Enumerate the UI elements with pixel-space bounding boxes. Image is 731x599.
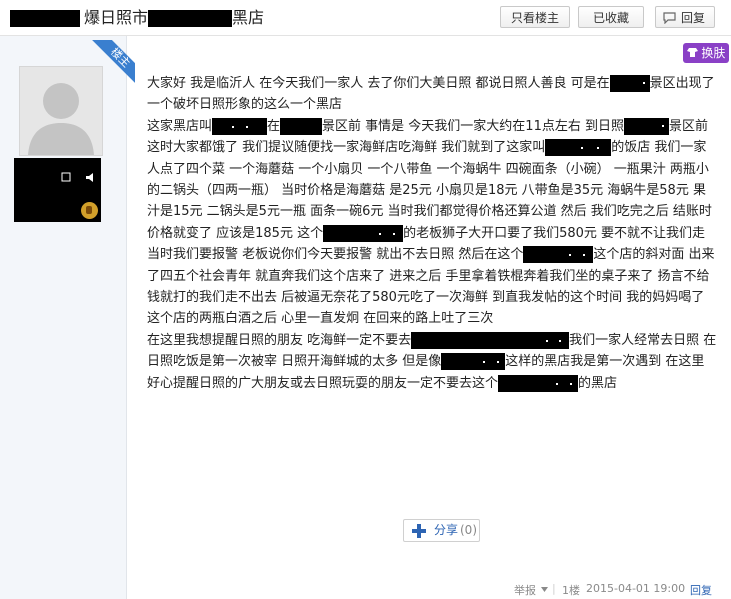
footer-separator: | <box>552 582 556 595</box>
post-datetime: 2015-04-01 19:00 <box>586 582 686 595</box>
dropdown-arrow-icon <box>541 587 548 592</box>
share-button[interactable]: 分享 (0) <box>403 519 480 542</box>
favorited-button[interactable]: 已收藏 <box>578 6 644 28</box>
post-text: 在这里我想提醒日照的朋友 吃海鲜一定不要去 <box>147 332 412 348</box>
redacted-block <box>10 10 80 27</box>
share-label: 分享 <box>434 523 459 537</box>
redacted-block <box>280 117 323 135</box>
post-paragraph: 这家黑店叫在景区前 事情是 今天我们一家大约在11点左右 到日照 景区前 这时大家… <box>147 116 717 330</box>
redacted-block <box>441 353 506 371</box>
page-title: 爆日照市 黑店 <box>10 8 264 28</box>
redacted-block <box>523 246 594 264</box>
post-text: 大家好 我是临沂人 在今天我们一家人 去了你们大美日照 都说日照人善良 可是在 <box>147 76 610 91</box>
post-paragraph: 在这里我想提醒日照的朋友 吃海鲜一定不要去 我们一家人经常去日照 在日照吃饭是第一… <box>147 330 717 394</box>
author-info-redacted <box>14 158 101 222</box>
only-op-button[interactable]: 只看楼主 <box>500 6 570 28</box>
redacted-block <box>323 224 404 242</box>
redacted-block <box>212 117 268 135</box>
post-text: 在 <box>267 118 281 134</box>
reply-button[interactable]: 回复 <box>655 6 715 28</box>
post-text: 这家黑店叫 <box>147 118 213 134</box>
post-text: 景区前 事情是 今天我们一家大约在11点左右 到日照 <box>322 118 624 134</box>
reply-link[interactable]: 回复 <box>690 582 712 598</box>
title-prefix: 爆日照市 <box>84 8 149 27</box>
member-icon <box>61 172 71 182</box>
skin-icon <box>686 48 698 57</box>
redacted-block <box>148 10 233 27</box>
speaker-icon <box>86 173 93 182</box>
plus-icon <box>412 524 426 538</box>
level-badge-icon <box>81 202 98 219</box>
report-link[interactable]: 举报 <box>514 582 536 598</box>
post-content: 大家好 我是临沂人 在今天我们一家人 去了你们大美日照 都说日照人善良 可是在景… <box>147 73 717 394</box>
comment-icon <box>663 12 676 25</box>
skin-switch-button[interactable]: 换肤 <box>683 43 729 63</box>
redacted-block <box>623 117 669 135</box>
redacted-block <box>545 139 612 157</box>
post-text: 的黑店 <box>578 375 618 391</box>
title-bar: 爆日照市 黑店 只看楼主 已收藏 回复 <box>0 0 731 35</box>
op-ribbon: 楼主 <box>83 40 135 92</box>
redacted-block <box>411 331 570 349</box>
share-count: (0) <box>460 523 477 537</box>
op-badge: 楼主 <box>90 40 135 88</box>
reply-button-label: 回复 <box>681 11 706 25</box>
title-suffix: 黑店 <box>232 8 265 27</box>
redacted-block <box>609 75 650 92</box>
skin-switch-label: 换肤 <box>701 46 726 60</box>
post-paragraph: 大家好 我是临沂人 在今天我们一家人 去了你们大美日照 都说日照人善良 可是在景… <box>147 73 717 116</box>
redacted-block <box>498 374 579 392</box>
floor-number: 1楼 <box>562 584 580 597</box>
